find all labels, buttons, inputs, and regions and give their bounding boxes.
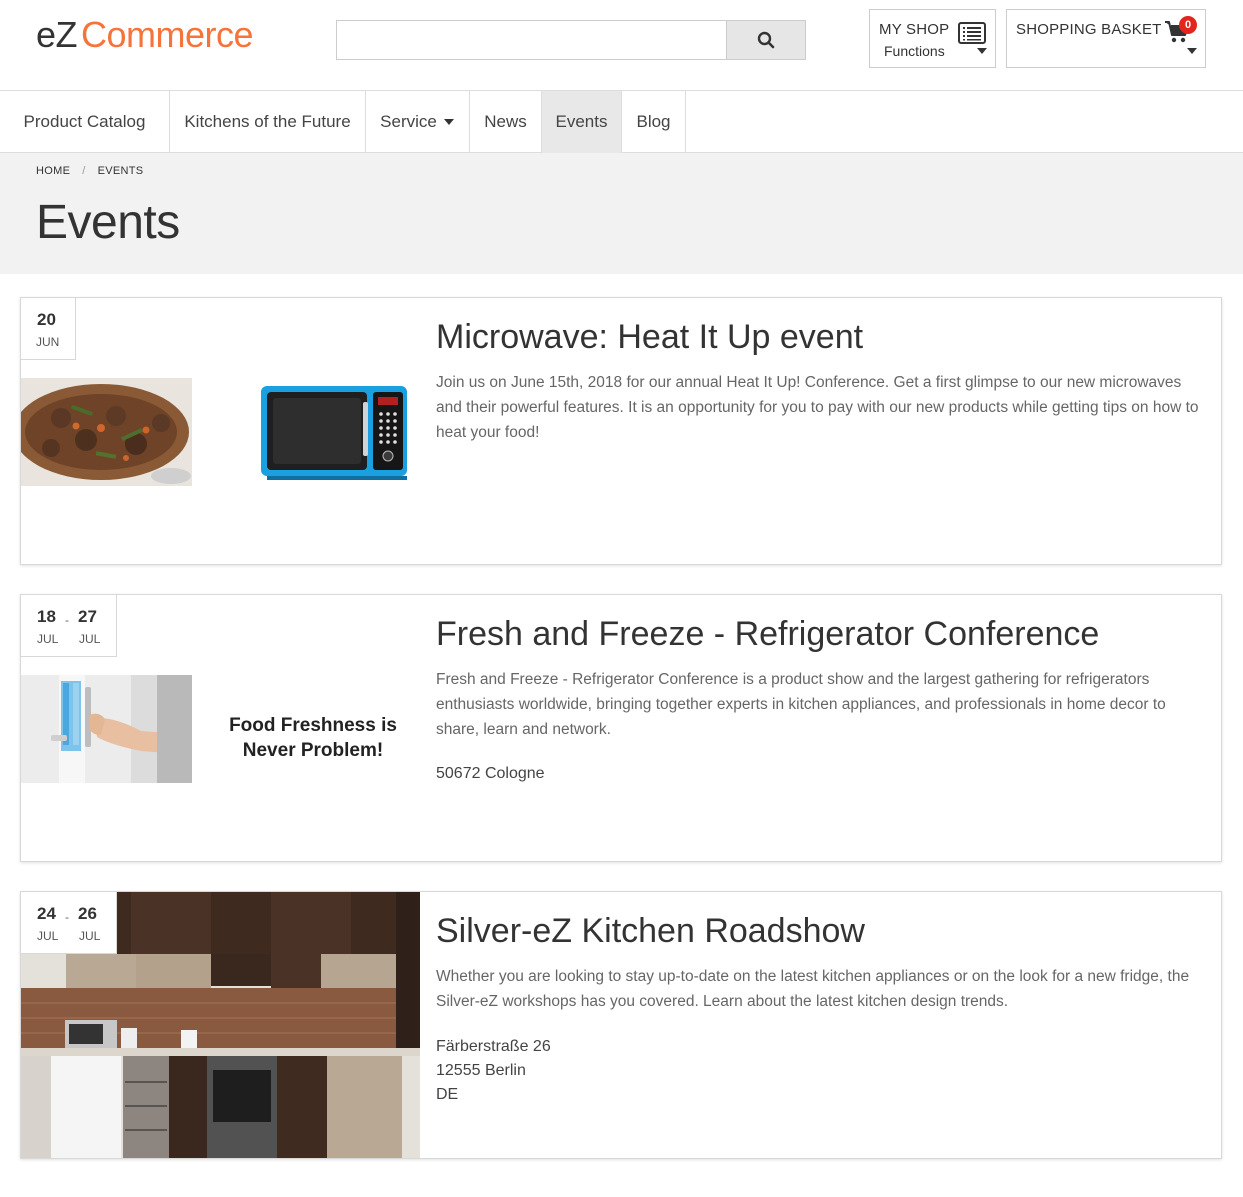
event-end-month: JUL [79,929,101,943]
event-card[interactable]: 18 JUL - 27 JUL Food Freshness is Never … [20,594,1222,862]
event-start-day: 20 [37,310,56,329]
event-date-separator: - [65,910,69,924]
event-food-image [21,378,192,486]
address-line: 50672 Cologne [436,765,545,782]
site-header: eZ Commerce MY SHOP Functions SHOPPING BA… [0,0,1243,90]
basket-label: SHOPPING BASKET [1016,21,1162,38]
nav-item-label: Blog [636,112,671,131]
event-start-day: 18 [37,607,56,626]
breadcrumb-separator: / [82,165,86,177]
event-address: 50672 Cologne [436,762,545,786]
event-date: 24 JUL - 26 JUL [21,892,117,954]
site-logo[interactable]: eZ Commerce [36,14,254,56]
nav-item-service[interactable]: Service [366,91,470,153]
nav-item-label: Events [555,112,608,131]
event-description: Fresh and Freeze - Refrigerator Conferen… [436,671,1166,738]
image-caption-line: Food Freshness is [229,715,397,736]
event-start-month: JUN [36,335,60,349]
event-microwave-image [259,384,409,482]
event-end-month: JUL [79,632,101,646]
event-date: 20 JUN [21,298,76,360]
event-card[interactable]: 24 JUL - 26 JUL Silver-eZ Kitchen Roadsh… [20,891,1222,1159]
event-date: 18 JUL - 27 JUL [21,595,117,657]
nav-item-label: Product Catalog [23,112,146,131]
nav-item-blog[interactable]: Blog [622,91,686,153]
event-address: Färberstraße 26 12555 Berlin DE [436,1035,551,1107]
event-title[interactable]: Microwave: Heat It Up event [436,318,863,357]
event-fridge-image [21,675,192,783]
search-bar [336,20,806,60]
chevron-down-icon [444,119,454,125]
logo-commerce: Commerce [81,14,254,55]
food-image [21,378,192,486]
event-description: Whether you are looking to stay up-to-da… [436,968,1190,1010]
page-title: Events [36,196,180,249]
image-caption-line: Never Problem! [242,740,384,761]
event-title[interactable]: Fresh and Freeze - Refrigerator Conferen… [436,615,1099,654]
nav-item-product-catalog[interactable]: Product Catalog [0,91,170,153]
event-end-day: 26 [78,904,97,923]
event-description: Join us on June 15th, 2018 for our annua… [436,374,1199,441]
logo-ez: eZ [36,14,78,55]
event-card[interactable]: 20 JUN Microwave: Heat It Up event Join … [20,297,1222,565]
breadcrumb-current: EVENTS [97,165,144,177]
nav-item-label: Kitchens of the Future [184,112,351,131]
search-input[interactable] [336,20,726,60]
shopping-basket-button[interactable]: SHOPPING BASKET 0 [1006,9,1206,68]
nav-item-label: Service [380,112,437,131]
nav-item-kitchens[interactable]: Kitchens of the Future [170,91,366,153]
nav-item-news[interactable]: News [470,91,542,153]
basket-count-badge: 0 [1179,16,1197,34]
event-date-separator: - [65,613,69,627]
address-line: 12555 Berlin [436,1062,526,1079]
event-start-month: JUL [37,632,59,646]
event-end-day: 27 [78,607,97,626]
event-start-day: 24 [37,904,56,923]
search-button[interactable] [726,20,806,60]
microwave-image [261,386,407,480]
my-shop-label: MY SHOP [879,21,950,38]
my-shop-button[interactable]: MY SHOP Functions [869,9,996,68]
my-shop-sub: Functions [884,43,945,59]
page-header-band: HOME / EVENTS Events [0,153,1243,274]
main-nav: Product Catalog Kitchens of the Future S… [0,90,1243,153]
address-line: Färberstraße 26 [436,1038,551,1055]
chevron-down-icon [977,48,987,54]
fridge-image [21,675,192,783]
breadcrumb: HOME / EVENTS [36,165,143,177]
list-icon [958,22,986,44]
chevron-down-icon [1187,48,1197,54]
event-title[interactable]: Silver-eZ Kitchen Roadshow [436,912,865,951]
address-line: DE [436,1086,459,1103]
event-image-caption: Food Freshness is Never Problem! [213,713,413,763]
search-icon [757,31,775,49]
breadcrumb-home-link[interactable]: HOME [36,165,70,177]
nav-item-events[interactable]: Events [542,91,622,153]
nav-item-label: News [484,112,527,131]
event-start-month: JUL [37,929,59,943]
